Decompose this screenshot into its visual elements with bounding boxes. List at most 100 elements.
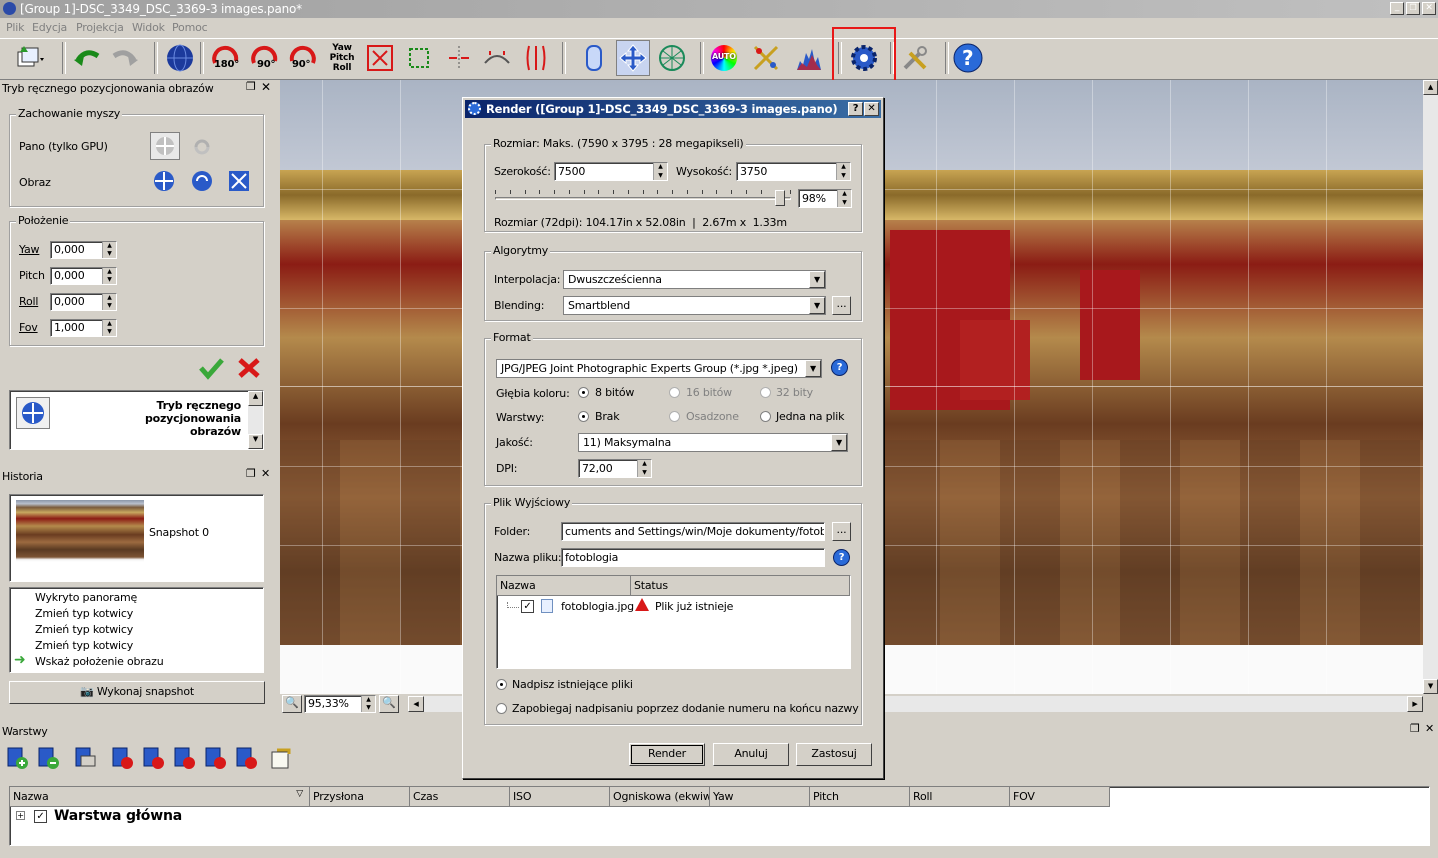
rotate-90-cw-button[interactable]: 90°: [247, 40, 281, 76]
layers-embedded-radio[interactable]: [669, 411, 680, 422]
accept-check-icon[interactable]: [198, 356, 224, 380]
scale-slider[interactable]: [495, 190, 791, 206]
settings-tools-button[interactable]: [898, 40, 932, 76]
rotate-90-ccw-button[interactable]: 90°: [286, 40, 320, 76]
history-item-current[interactable]: Wskaż położenie obrazu: [35, 655, 164, 668]
blending-select[interactable]: Smartblend ▼: [563, 296, 826, 315]
layer-f-icon[interactable]: [142, 746, 166, 770]
width-input[interactable]: 7500 ▲ ▼: [554, 162, 668, 181]
depth-16-radio[interactable]: [669, 387, 680, 398]
move-pano-button[interactable]: [616, 40, 650, 76]
history-float-icon[interactable]: ❐: [246, 467, 256, 480]
depth-8-radio[interactable]: [578, 387, 589, 398]
col-ogniskowa[interactable]: Ogniskowa (ekwiwa: [610, 787, 710, 807]
zoom-in-icon[interactable]: 🔍: [379, 695, 399, 713]
zoom-out-icon[interactable]: 🔍: [282, 695, 302, 713]
layers-float-icon[interactable]: ❐: [1410, 722, 1420, 735]
percent-input[interactable]: 98% ▲ ▼: [798, 189, 852, 208]
undo-button[interactable]: [70, 40, 104, 76]
filename-info-icon[interactable]: ?: [833, 549, 850, 566]
apply-button[interactable]: Zastosuj: [796, 743, 872, 766]
preview-button[interactable]: [577, 40, 611, 76]
col-fov[interactable]: FOV: [1010, 787, 1110, 807]
fov-input[interactable]: 1,000 ▲ ▼: [50, 319, 117, 337]
table-row[interactable]: + ✓ Warstwa główna: [10, 807, 410, 827]
col-yaw[interactable]: Yaw: [710, 787, 810, 807]
control-points-button[interactable]: [749, 40, 783, 76]
rotate-180-button[interactable]: 180°: [208, 40, 242, 76]
depth-32-radio[interactable]: [760, 387, 771, 398]
snapshot-thumbnail[interactable]: [16, 500, 144, 562]
file-col-status[interactable]: Status: [631, 576, 850, 596]
layer-b-icon[interactable]: [235, 746, 259, 770]
render-gear-button[interactable]: [847, 40, 881, 76]
mode-scrollbar[interactable]: ▲ ▼: [248, 391, 263, 449]
col-nazwa[interactable]: Nazwa ▽: [10, 787, 310, 807]
history-close-icon[interactable]: ✕: [261, 467, 270, 480]
menu-plik[interactable]: Plik: [6, 21, 25, 34]
grid-sphere-button[interactable]: [655, 40, 689, 76]
layer-checkbox[interactable]: ✓: [34, 810, 47, 823]
projection-globe-button[interactable]: [163, 40, 197, 76]
crop-button[interactable]: [402, 40, 436, 76]
quality-select[interactable]: 11) Maksymalna ▼: [578, 433, 848, 452]
layer-properties-icon[interactable]: [74, 746, 98, 770]
col-czas[interactable]: Czas: [410, 787, 510, 807]
dpi-input[interactable]: 72,00 ▲ ▼: [578, 459, 652, 478]
history-item[interactable]: Zmień typ kotwicy: [35, 639, 133, 652]
menu-pomoc[interactable]: Pomoc: [172, 21, 208, 34]
add-layer-icon[interactable]: [6, 746, 30, 770]
interpolation-select[interactable]: Dwuszcześcienna ▼: [563, 270, 826, 289]
histogram-button[interactable]: [792, 40, 826, 76]
overwrite-radio[interactable]: [496, 679, 507, 690]
close-panel-icon[interactable]: ✕: [261, 80, 271, 94]
horizon-button[interactable]: [480, 40, 514, 76]
format-info-icon[interactable]: ?: [831, 359, 848, 376]
pitch-input[interactable]: 0,000 ▲ ▼: [50, 267, 117, 285]
menu-projekcja[interactable]: Projekcja: [76, 21, 124, 34]
image-rotate-icon[interactable]: [190, 169, 214, 193]
file-checkbox[interactable]: ✓: [521, 600, 534, 613]
file-col-name[interactable]: Nazwa: [497, 576, 631, 596]
pano-rotate-icon[interactable]: [190, 135, 214, 159]
prevent-overwrite-radio[interactable]: [496, 703, 507, 714]
layer-export-icon[interactable]: [269, 746, 293, 770]
folder-browse-button[interactable]: ...: [832, 522, 851, 541]
yaw-pitch-roll-button[interactable]: Yaw Pitch Roll: [325, 40, 359, 76]
expand-icon[interactable]: +: [16, 811, 25, 820]
roll-input[interactable]: 0,000 ▲ ▼: [50, 293, 117, 311]
col-iso[interactable]: ISO: [510, 787, 610, 807]
col-przyslona[interactable]: Przysłona: [310, 787, 410, 807]
take-snapshot-button[interactable]: 📷 Wykonaj snapshot: [9, 681, 265, 704]
height-input[interactable]: 3750 ▲ ▼: [736, 162, 851, 181]
auto-color-button[interactable]: AUTO: [707, 40, 741, 76]
layers-close-icon[interactable]: ✕: [1425, 722, 1434, 735]
dialog-close-button[interactable]: ✕: [864, 102, 879, 116]
folder-input[interactable]: cuments and Settings/win/Moje dokumenty/…: [561, 522, 825, 541]
blending-options-button[interactable]: ...: [832, 296, 851, 315]
render-button[interactable]: Render: [629, 743, 705, 766]
cancel-button[interactable]: Anuluj: [713, 743, 789, 766]
import-images-button[interactable]: [12, 40, 46, 76]
list-item[interactable]: ✓ fotoblogia.jpg Plik już istnieje: [497, 598, 850, 616]
vertical-lines-button[interactable]: [519, 40, 553, 76]
pano-move-icon[interactable]: [150, 132, 180, 160]
history-item[interactable]: Wykryto panoramę: [35, 591, 137, 604]
history-item[interactable]: Zmień typ kotwicy: [35, 607, 133, 620]
yaw-input[interactable]: 0,000 ▲ ▼: [50, 241, 117, 259]
fit-width-button[interactable]: [363, 40, 397, 76]
slider-thumb[interactable]: [775, 190, 785, 206]
redo-button[interactable]: [108, 40, 142, 76]
menu-edycja[interactable]: Edycja: [32, 21, 67, 34]
history-item[interactable]: Zmień typ kotwicy: [35, 623, 133, 636]
reject-x-icon[interactable]: [236, 356, 262, 380]
col-roll[interactable]: Roll: [910, 787, 1010, 807]
help-button[interactable]: ?: [951, 40, 985, 76]
col-pitch[interactable]: Pitch: [810, 787, 910, 807]
float-icon[interactable]: ❐: [246, 80, 256, 93]
straighten-button[interactable]: [442, 40, 476, 76]
menu-widok[interactable]: Widok: [132, 21, 165, 34]
image-scale-icon[interactable]: [227, 169, 251, 193]
zoom-input[interactable]: 95,33% ▲ ▼: [304, 695, 376, 713]
image-move-icon[interactable]: [152, 169, 176, 193]
